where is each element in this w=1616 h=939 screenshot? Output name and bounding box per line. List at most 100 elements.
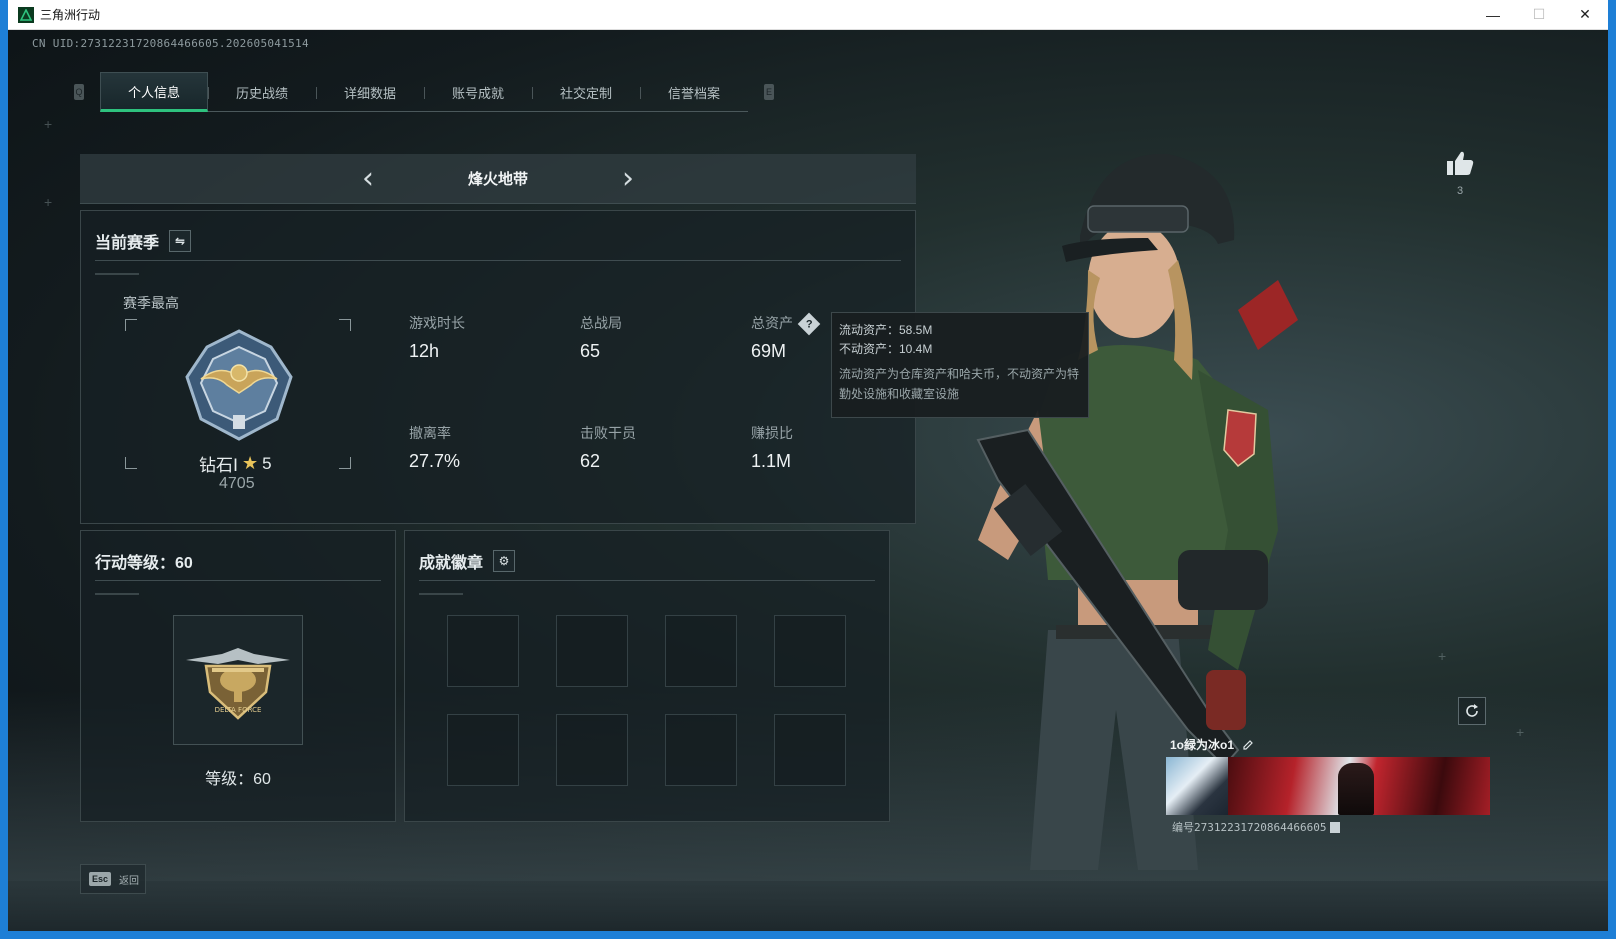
tab-prev-key[interactable]: Q	[74, 84, 84, 100]
achievement-slots	[447, 615, 846, 786]
stat-label-with-help: 总资产?	[751, 312, 821, 336]
divider	[95, 593, 139, 595]
diamond-rank-badge-icon	[181, 327, 297, 448]
like-count: 3	[1456, 185, 1464, 197]
player-avatar[interactable]	[1166, 757, 1228, 815]
level-text: 等级：60	[205, 771, 271, 788]
stat-value: 69M	[751, 341, 787, 361]
divider	[419, 593, 463, 595]
rank-stars-text: 5	[262, 453, 272, 473]
stat-label: 撤离率	[409, 425, 451, 441]
season-best-label: 赛季最高	[123, 295, 179, 311]
achievement-slot[interactable]	[447, 714, 519, 786]
rank-score: 4705	[219, 475, 255, 492]
edit-icon[interactable]	[1242, 739, 1254, 751]
season-title: 当前赛季 ⇋	[95, 229, 192, 253]
card-images	[1166, 757, 1492, 815]
stat-extraction-rate: 撤离率 27.7%	[409, 423, 460, 472]
mode-selector: ‹ 烽火地带 ›	[80, 154, 916, 204]
stat-playtime: 游戏时长 12h	[409, 313, 465, 362]
stat-total-matches: 总战局 65	[580, 313, 622, 362]
window-titlebar: 三角洲行动 — ☐ ✕	[8, 0, 1608, 30]
tab-credit-record[interactable]: 信誉档案	[640, 72, 748, 112]
mode-title: 烽火地带	[467, 171, 528, 188]
rank-name: 钻石Ⅰ ★ 5	[199, 451, 272, 476]
achievement-slot[interactable]	[556, 714, 628, 786]
achievements-panel: 成就徽章 ⚙	[404, 530, 890, 822]
stat-label: 总资产	[751, 315, 793, 331]
gear-icon[interactable]: ⚙	[493, 550, 516, 572]
crosshair-decoration: +	[1516, 724, 1525, 740]
divider	[95, 260, 901, 261]
stat-value: 12h	[409, 341, 440, 361]
player-id-row: 编号27312231720864466605	[1172, 819, 1492, 835]
tab-detailed-data[interactable]: 详细数据	[316, 72, 424, 112]
game-viewport: + + + + CN UID:27312231720864466605.2026…	[8, 30, 1608, 931]
mode-prev-button[interactable]: ‹	[338, 161, 398, 196]
tooltip-note: 流动资产为仓库资产和哈夫币，不动资产为特勤处设施和收藏室设施	[839, 367, 1080, 402]
close-button[interactable]: ✕	[1562, 0, 1608, 30]
divider	[95, 273, 139, 275]
achievement-slot[interactable]	[774, 615, 846, 687]
uid-text: CN UID:27312231720864466605.202605041514	[32, 37, 309, 50]
level-panel: 行动等级：60 DELTA FORCE 等级：60	[80, 530, 396, 822]
stat-value: 27.7%	[409, 451, 461, 471]
level-title: 行动等级：60	[95, 555, 193, 572]
achievement-slot[interactable]	[665, 615, 737, 687]
tab-next-key[interactable]: E	[764, 84, 774, 100]
stat-total-assets: 总资产? 69M	[751, 312, 821, 362]
like-widget[interactable]: 3	[1438, 150, 1482, 197]
achievement-slot[interactable]	[556, 615, 628, 687]
crosshair-decoration: +	[44, 194, 53, 210]
back-label: 返回	[119, 875, 140, 887]
achievement-slot[interactable]	[665, 714, 737, 786]
rank-tier-text: 钻石Ⅰ	[199, 456, 239, 475]
mode-next-button[interactable]: ›	[598, 161, 658, 196]
tab-achievements[interactable]: 账号成就	[424, 72, 532, 112]
switch-icon[interactable]: ⇋	[169, 230, 192, 252]
stat-operators-defeated: 击败干员 62	[580, 423, 636, 472]
achievement-slot[interactable]	[447, 615, 519, 687]
maximize-button[interactable]: ☐	[1516, 0, 1562, 30]
divider	[95, 580, 381, 581]
assets-tooltip: 流动资产：58.5M 不动资产：10.4M 流动资产为仓库资产和哈夫币，不动资产…	[831, 312, 1089, 418]
minimize-button[interactable]: —	[1470, 0, 1516, 30]
tab-strip: 个人信息 历史战绩 详细数据 账号成就 社交定制 信誉档案	[100, 72, 748, 112]
tab-personal-info[interactable]: 个人信息	[100, 72, 208, 112]
achievements-title: 成就徽章 ⚙	[419, 549, 516, 573]
app-logo-icon	[18, 6, 34, 23]
player-name-row: 1o緑为冰o1	[1170, 736, 1492, 753]
stat-label: 击败干员	[580, 425, 636, 441]
back-button[interactable]: Esc 返回	[80, 864, 146, 894]
achievements-title-text: 成就徽章	[419, 555, 484, 572]
tab-match-history[interactable]: 历史战绩	[208, 72, 316, 112]
season-title-text: 当前赛季	[95, 235, 160, 252]
stat-label: 游戏时长	[409, 315, 465, 331]
level-badge: DELTA FORCE	[173, 615, 303, 745]
achievement-slot[interactable]	[774, 714, 846, 786]
player-id: 编号27312231720864466605	[1172, 821, 1327, 834]
thumbs-up-icon[interactable]	[1446, 150, 1474, 176]
stat-value: 65	[580, 341, 601, 361]
help-icon[interactable]: ?	[797, 312, 821, 336]
crosshair-decoration: +	[1438, 648, 1447, 664]
stat-value: 1.1M	[751, 451, 792, 471]
player-card: 1o緑为冰o1 编号27312231720864466605	[1166, 736, 1492, 835]
bottom-bar	[8, 881, 1608, 931]
stat-profit-loss-ratio: 赚损比 1.1M	[751, 423, 793, 472]
season-panel: 当前赛季 ⇋ 赛季最高 钻石Ⅰ ★ 5 4705 游戏时长 12h 总战局 65…	[80, 210, 916, 524]
profile-tabs: Q 个人信息 历史战绩 详细数据 账号成就 社交定制 信誉档案 E	[74, 72, 774, 112]
stat-value: 62	[580, 451, 601, 471]
stat-label: 总战局	[580, 315, 622, 331]
player-banner[interactable]	[1228, 757, 1490, 815]
refresh-icon[interactable]	[1458, 697, 1486, 725]
helicopter-badge-icon: DELTA FORCE	[186, 648, 290, 720]
divider	[419, 580, 875, 581]
rank-frame	[125, 319, 351, 469]
copy-icon[interactable]	[1330, 821, 1341, 833]
esc-key: Esc	[89, 872, 112, 886]
svg-text:DELTA FORCE: DELTA FORCE	[215, 706, 262, 714]
tab-social-custom[interactable]: 社交定制	[532, 72, 640, 112]
window-title: 三角洲行动	[40, 8, 101, 22]
stat-label: 赚损比	[751, 425, 793, 441]
